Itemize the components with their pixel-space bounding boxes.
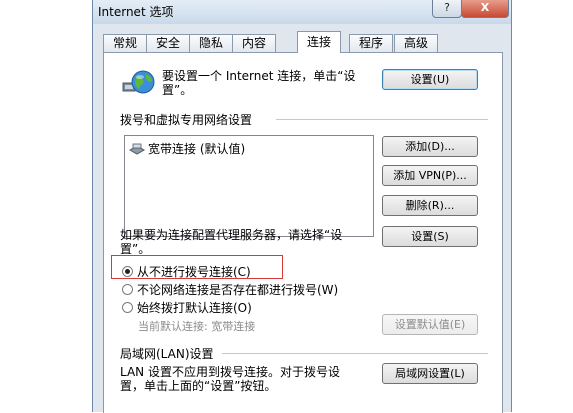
radio-button[interactable] bbox=[122, 284, 133, 295]
tab-content[interactable]: 内容 bbox=[232, 34, 276, 52]
radio-dial-whenever[interactable]: 不论网络连接是否存在都进行拨号(W) bbox=[122, 281, 338, 298]
internet-options-dialog: Internet 选项 ? X 常规 安全 隐私 内容 连接 程序 高级 要设置… bbox=[92, 0, 512, 413]
close-button[interactable]: X bbox=[461, 0, 509, 18]
setup-description: 要设置一个 Internet 连接，单击“设 置”。 bbox=[162, 69, 356, 97]
tab-security[interactable]: 安全 bbox=[146, 34, 190, 52]
setup-button[interactable]: 设置(U) bbox=[382, 69, 478, 90]
lan-description: LAN 设置不应用到拨号连接。对于拨号设 置，单击上面的“设置”按钮。 bbox=[120, 365, 340, 393]
connection-list[interactable]: 宽带连接 (默认值) bbox=[124, 135, 374, 237]
set-default-button[interactable]: 设置默认值(E) bbox=[382, 314, 478, 335]
proxy-description: 如果要为连接配置代理服务器，请选择“设 置”。 bbox=[120, 228, 343, 256]
proxy-settings-button[interactable]: 设置(S) bbox=[382, 226, 478, 247]
lan-settings-button[interactable]: 局域网设置(L) bbox=[382, 363, 478, 384]
current-default-label: 当前默认连接: 宽带连接 bbox=[138, 320, 256, 333]
lan-separator bbox=[222, 353, 488, 354]
delete-button[interactable]: 删除(R)... bbox=[382, 195, 478, 216]
tab-programs[interactable]: 程序 bbox=[349, 34, 393, 52]
list-item[interactable]: 宽带连接 (默认值) bbox=[129, 140, 245, 157]
add-vpn-button[interactable]: 添加 VPN(P)... bbox=[382, 165, 478, 186]
add-button[interactable]: 添加(D)... bbox=[382, 136, 478, 157]
tab-privacy[interactable]: 隐私 bbox=[189, 34, 233, 52]
dialup-section-label: 拨号和虚拟专用网络设置 bbox=[120, 113, 253, 127]
tab-advanced[interactable]: 高级 bbox=[394, 34, 438, 52]
tab-general[interactable]: 常规 bbox=[103, 34, 147, 52]
dialup-separator bbox=[276, 119, 488, 120]
globe-network-icon bbox=[122, 70, 155, 94]
lan-section-label: 局域网(LAN)设置 bbox=[120, 347, 214, 361]
help-button[interactable]: ? bbox=[432, 0, 462, 18]
tab-connections[interactable]: 连接 bbox=[297, 31, 341, 53]
window-title: Internet 选项 bbox=[98, 5, 174, 19]
annotation-highlight-box bbox=[111, 255, 283, 279]
broadband-connection-icon bbox=[129, 143, 145, 155]
connection-label: 宽带连接 (默认值) bbox=[148, 142, 246, 156]
radio-always-dial-default[interactable]: 始终拨打默认连接(O) bbox=[122, 299, 252, 316]
connections-panel: 要设置一个 Internet 连接，单击“设 置”。 设置(U) 拨号和虚拟专用… bbox=[103, 52, 503, 413]
title-bar[interactable]: Internet 选项 ? X bbox=[93, 0, 511, 24]
radio-button[interactable] bbox=[122, 302, 133, 313]
